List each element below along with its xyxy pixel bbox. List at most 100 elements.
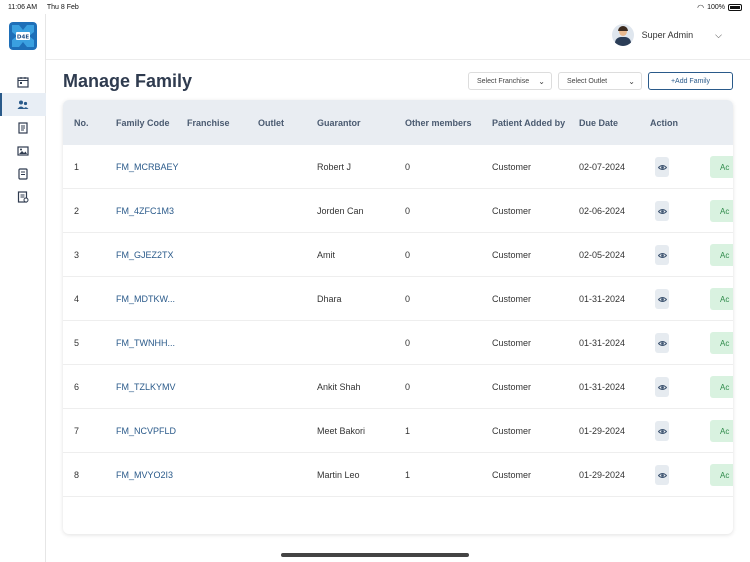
other-members-cell: 0 [405,382,411,392]
table-row: 8 FM_MVYO2I3 Martin Leo 1 Customer 01-29-2024… [63,453,733,497]
sidebar-item-list[interactable] [0,162,46,185]
franchise-select[interactable]: Select Franchise ⌄ [468,72,552,90]
sidebar-item-gallery[interactable] [0,139,46,162]
family-code-link[interactable]: FM_MVYO2I3 [116,470,173,480]
status-badge[interactable]: Ac [710,464,733,486]
other-members-cell: 0 [405,206,411,216]
patient-added-by-cell: Customer [492,206,532,216]
family-code-link[interactable]: FM_4ZFC1M3 [116,206,174,216]
view-button[interactable] [655,333,669,353]
patient-added-by-cell: Customer [492,426,532,436]
status-badge[interactable]: Ac [710,288,733,310]
column-header: Patient Added by [492,118,566,128]
due-date-cell: 01-31-2024 [579,382,626,392]
patient-added-by-cell: Customer [492,162,532,172]
eye-icon [657,428,667,434]
status-badge[interactable]: Ac [710,420,733,442]
due-date-cell: 02-05-2024 [579,250,626,260]
add-family-button[interactable]: +Add Family [648,72,733,90]
other-members-cell: 1 [405,426,411,436]
status-badge[interactable]: Ac [710,332,733,354]
row-number: 8 [74,470,80,480]
eye-icon [657,208,667,214]
due-date-cell: 01-29-2024 [579,470,626,480]
family-code-link[interactable]: FM_TZLKYMV [116,382,176,392]
user-name: Super Admin [641,30,694,40]
column-header: Franchise [187,118,230,128]
chevron-down-icon: ⌄ [538,76,545,86]
eye-icon [657,252,667,258]
row-number: 1 [74,162,80,172]
row-number: 5 [74,338,80,348]
table-row: 2 FM_4ZFC1M3 Jorden Can 0 Customer 02-06-2024… [63,189,733,233]
view-button[interactable] [655,201,669,221]
family-code-link[interactable]: FM_MCRBAEY [116,162,179,172]
status-badge[interactable]: Ac [710,376,733,398]
other-members-cell: 0 [405,162,411,172]
eye-icon [657,340,667,346]
view-button[interactable] [655,421,669,441]
row-number: 2 [74,206,80,216]
svg-text:D4E: D4E [17,35,29,41]
guarantor-cell: Martin Leo [317,470,360,480]
column-header: Due Date [579,118,619,128]
column-header: No. [74,118,89,128]
status-badge[interactable]: Ac [710,244,733,266]
table-row: 1 FM_MCRBAEY Robert J 0 Customer 02-07-2024 Ac [63,145,733,189]
other-members-cell: 1 [405,470,411,480]
guarantor-cell: Jorden Can [317,206,364,216]
family-code-link[interactable]: FM_MDTKW... [116,294,175,304]
patient-added-by-cell: Customer [492,294,532,304]
patient-added-by-cell: Customer [492,470,532,480]
row-number: 7 [74,426,80,436]
sidebar-item-family[interactable] [0,93,46,116]
chevron-down-icon: ⌄ [628,76,635,86]
outlet-select[interactable]: Select Outlet ⌄ [558,72,642,90]
other-members-cell: 0 [405,294,411,304]
family-code-link[interactable]: FM_NCVPFLD [116,426,176,436]
page-title: Manage Family [63,71,193,91]
table-row: 4 FM_MDTKW... Dhara 0 Customer 01-31-2024 Ac [63,277,733,321]
status-time: 11:06 AM [8,3,38,11]
status-badge[interactable]: Ac [710,200,733,222]
image-icon [17,145,29,156]
franchise-select-label: Select Franchise [477,77,530,85]
view-button[interactable] [655,289,669,309]
family-code-link[interactable]: FM_TWNHH... [116,338,175,348]
due-date-cell: 01-31-2024 [579,294,626,304]
column-header: Action [650,118,678,128]
other-members-cell: 0 [405,250,411,260]
status-bar: 11:06 AM Thu 8 Feb ◠ 100% [0,0,750,14]
eye-icon [657,164,667,170]
view-button[interactable] [655,245,669,265]
status-date: Thu 8 Feb [46,3,79,11]
outlet-select-label: Select Outlet [567,77,608,85]
due-date-cell: 02-06-2024 [579,206,626,216]
status-badge[interactable]: Ac [710,156,733,178]
chevron-down-icon[interactable]: ⌵ [715,30,722,41]
view-button[interactable] [655,377,669,397]
table-row: 7 FM_NCVPFLD Meet Bakori 1 Customer 01-29-202… [63,409,733,453]
app-logo[interactable]: D4E [9,22,37,50]
column-header: Outlet [258,118,284,128]
view-button[interactable] [655,157,669,177]
column-header: Family Code [116,118,170,128]
column-header: Guarantor [317,118,361,128]
guarantor-cell: Meet Bakori [317,426,366,436]
eye-icon [657,472,667,478]
view-button[interactable] [655,465,669,485]
family-code-link[interactable]: FM_GJEZ2TX [116,250,174,260]
family-table: No. Family Code Franchise Outlet Guarant… [63,100,733,534]
sidebar-item-calendar[interactable] [0,70,46,93]
table-row: 3 FM_GJEZ2TX Amit 0 Customer 02-05-2024 Ac [63,233,733,277]
user-menu[interactable]: Super Admin ⌵ [611,24,722,46]
due-date-cell: 01-31-2024 [579,338,626,348]
table-row: 6 FM_TZLKYMV Ankit Shah 0 Customer 01-31-2024… [63,365,733,409]
calendar-icon [17,76,29,88]
due-date-cell: 01-29-2024 [579,426,626,436]
guarantor-cell: Amit [317,250,335,260]
sidebar-item-documents[interactable] [0,116,46,139]
wifi-icon: ◠ [697,2,705,12]
family-icon [17,100,29,109]
sidebar-item-reports[interactable] [0,185,46,208]
